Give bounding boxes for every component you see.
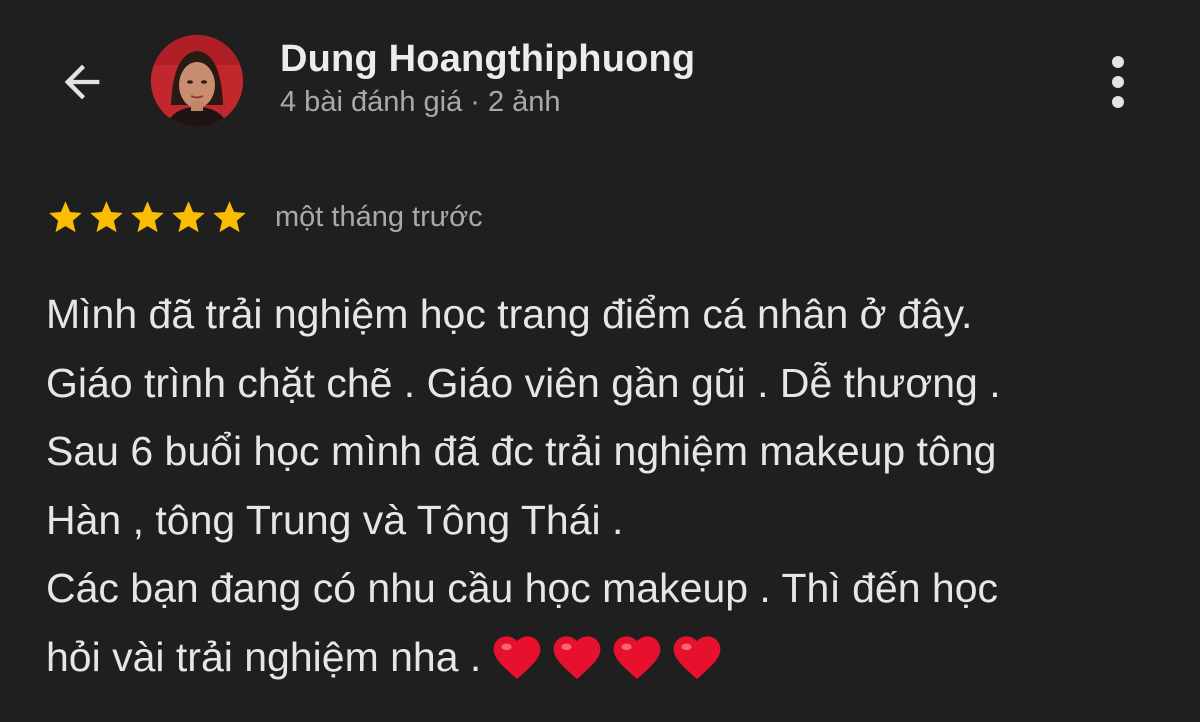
review-line-3: Sau 6 buổi học mình đã đc trải nghiệm ma…: [46, 428, 997, 474]
heart-emoji-icon: [673, 635, 721, 679]
review-text: Mình đã trải nghiệm học trang điểm cá nh…: [46, 280, 1166, 691]
star-icon: [172, 200, 205, 232]
review-line-1: Mình đã trải nghiệm học trang điểm cá nh…: [46, 291, 973, 337]
heart-emoji-icon: [493, 635, 541, 679]
heart-emoji-icon: [553, 635, 601, 679]
user-meta: 4 bài đánh giá · 2 ảnh: [280, 86, 561, 118]
more-options-button[interactable]: [1096, 50, 1140, 114]
review-time: một tháng trước: [275, 200, 483, 233]
star-icon: [131, 200, 164, 232]
avatar[interactable]: [151, 35, 243, 127]
back-button[interactable]: [52, 52, 112, 112]
review-line-5: Các bạn đang có nhu cầu học makeup . Thì…: [46, 565, 999, 611]
star-icon: [90, 200, 123, 232]
review-line-6: hỏi vài trải nghiệm nha .: [46, 633, 482, 680]
user-name[interactable]: Dung Hoangthiphuong: [280, 38, 695, 81]
more-vertical-icon: [1112, 56, 1124, 108]
review-line-6-wrap: hỏi vài trải nghiệm nha .: [46, 623, 1166, 692]
arrow-back-icon: [64, 64, 100, 100]
review-line-2: Giáo trình chặt chẽ . Giáo viên gần gũi …: [46, 359, 1001, 406]
avatar-image: [151, 35, 243, 127]
heart-emoji-icon: [613, 635, 661, 679]
review-line-4: Hàn , tông Trung và Tông Thái .: [46, 496, 624, 543]
star-icon: [49, 200, 82, 232]
star-rating: [46, 198, 249, 237]
star-icon: [213, 200, 246, 232]
heart-emojis: [489, 629, 725, 681]
rating-row: một tháng trước: [46, 195, 483, 239]
